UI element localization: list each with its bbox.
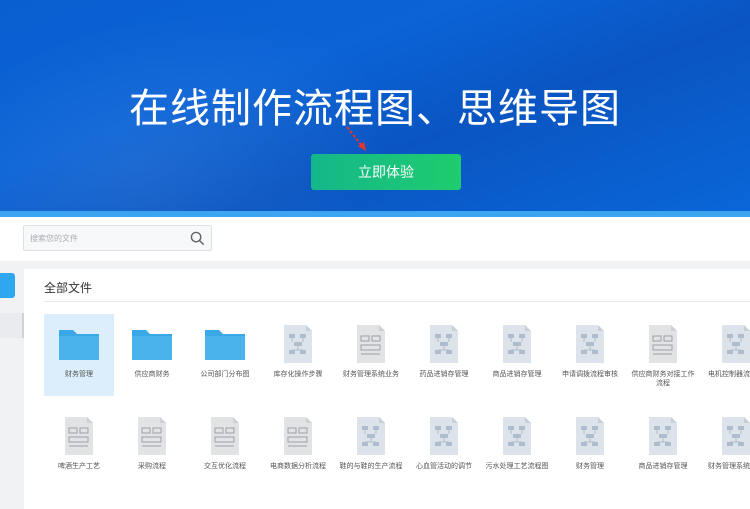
search-icon[interactable] xyxy=(190,231,205,246)
document-file-icon xyxy=(276,416,320,456)
flowchart-file-icon xyxy=(714,324,750,364)
flowchart-file-icon xyxy=(714,416,750,456)
file-panel: 全部文件 财务管理 供应商财务 公司部门分布图 库存化操作步骤 财务管理系统业务 药品进销… xyxy=(24,269,750,509)
file-item[interactable]: 污水处理工艺流程图 xyxy=(482,406,552,488)
file-label: 啤酒生产工艺 xyxy=(58,462,100,470)
file-label: 商品进销存管理 xyxy=(492,370,542,378)
file-label: 财务管理系统业务 xyxy=(343,370,399,378)
document-file-icon xyxy=(57,416,101,456)
file-item[interactable]: 鞋的与鞋的生产流程 xyxy=(336,406,406,488)
file-item[interactable]: 商品进销存管理 xyxy=(482,314,552,396)
file-label: 供应商财务 xyxy=(134,370,170,378)
search-box[interactable] xyxy=(23,225,212,251)
flowchart-file-icon xyxy=(641,416,685,456)
file-label: 心血管活动的调节 xyxy=(416,462,472,470)
file-item[interactable]: 药品进销存管理 xyxy=(409,314,479,396)
file-item[interactable]: 交互优化流程 xyxy=(190,406,260,488)
sidebar-tab[interactable] xyxy=(0,313,24,338)
document-file-icon xyxy=(349,324,393,364)
file-item[interactable]: 啤酒生产工艺 xyxy=(44,406,114,488)
file-label: 财务管理 xyxy=(65,370,93,378)
file-label: 鞋的与鞋的生产流程 xyxy=(339,462,403,470)
try-now-button[interactable]: 立即体验 xyxy=(311,154,461,190)
file-item[interactable]: 电机控制器流程图 xyxy=(701,314,750,396)
folder-icon xyxy=(203,324,247,364)
file-label: 财务管理系统服务 xyxy=(708,462,750,470)
toolbar xyxy=(0,217,750,261)
folder-icon xyxy=(130,324,174,364)
file-item[interactable]: 库存化操作步骤 xyxy=(263,314,333,396)
flowchart-file-icon xyxy=(422,324,466,364)
document-file-icon xyxy=(641,324,685,364)
file-label: 电商数据分析流程 xyxy=(270,462,326,470)
file-label: 药品进销存管理 xyxy=(419,370,469,378)
file-label: 申请调拨流程审核 xyxy=(562,370,618,378)
file-item[interactable]: 电商数据分析流程 xyxy=(263,406,333,488)
flowchart-file-icon xyxy=(349,416,393,456)
file-label: 公司部门分布图 xyxy=(200,370,250,378)
file-item[interactable]: 供应商财务对接工作流程 xyxy=(628,314,698,396)
divider xyxy=(44,301,750,302)
folder-icon xyxy=(57,324,101,364)
file-item[interactable]: 心血管活动的调节 xyxy=(409,406,479,488)
file-label: 商品进销存管理 xyxy=(638,462,688,470)
file-item[interactable]: 商品进销存管理 xyxy=(628,406,698,488)
file-label: 财务管理 xyxy=(576,462,604,470)
banner-title: 在线制作流程图、思维导图 xyxy=(129,86,621,132)
document-file-icon xyxy=(130,416,174,456)
panel-title: 全部文件 xyxy=(44,281,93,295)
document-file-icon xyxy=(203,416,247,456)
sidebar-tab-active[interactable] xyxy=(0,273,15,298)
file-label: 污水处理工艺流程图 xyxy=(485,462,549,470)
file-label: 库存化操作步骤 xyxy=(273,370,323,378)
folder-item[interactable]: 公司部门分布图 xyxy=(190,314,260,396)
flowchart-file-icon xyxy=(568,416,612,456)
file-label: 电机控制器流程图 xyxy=(708,370,750,378)
file-item[interactable]: 财务管理 xyxy=(555,406,625,488)
file-label: 采购流程 xyxy=(138,462,166,470)
file-item[interactable]: 申请调拨流程审核 xyxy=(555,314,625,396)
flowchart-file-icon xyxy=(422,416,466,456)
hero-banner: 在线制作流程图、思维导图 立即体验 xyxy=(0,0,750,217)
cursor-arrow-icon xyxy=(346,126,366,151)
flowchart-file-icon xyxy=(568,324,612,364)
flowchart-file-icon xyxy=(495,324,539,364)
file-item[interactable]: 财务管理系统业务 xyxy=(336,314,406,396)
search-input[interactable] xyxy=(24,226,184,251)
flowchart-file-icon xyxy=(495,416,539,456)
flowchart-file-icon xyxy=(276,324,320,364)
file-label: 交互优化流程 xyxy=(204,462,246,470)
file-item[interactable]: 财务管理系统服务 xyxy=(701,406,750,488)
file-label: 供应商财务对接工作流程 xyxy=(631,370,695,387)
folder-item[interactable]: 财务管理 xyxy=(44,314,114,396)
folder-item[interactable]: 供应商财务 xyxy=(117,314,187,396)
file-item[interactable]: 采购流程 xyxy=(117,406,187,488)
